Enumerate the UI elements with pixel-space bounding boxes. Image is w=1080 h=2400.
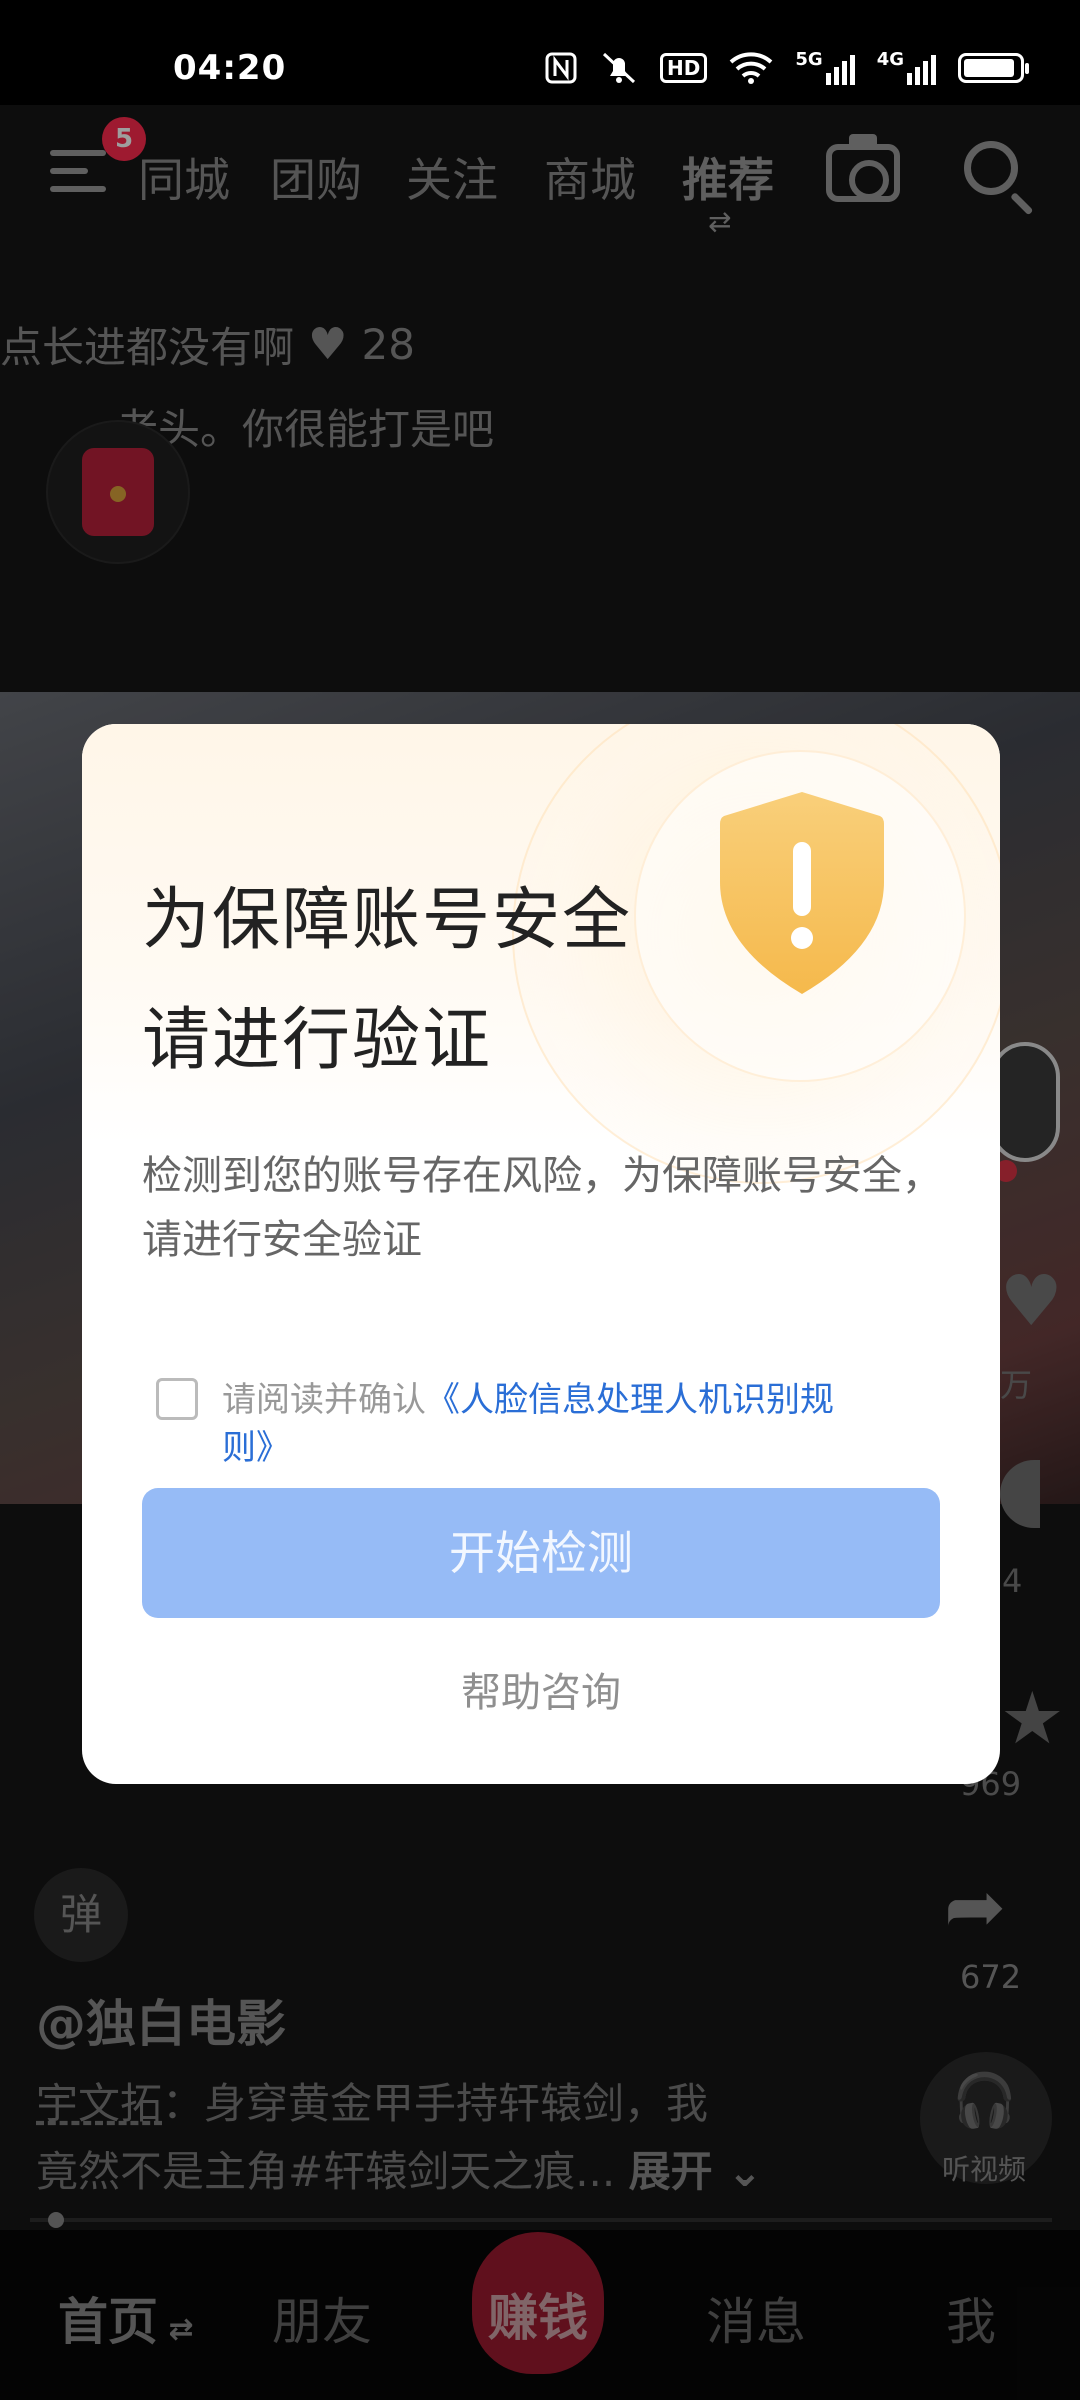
warning-shield-icon	[720, 792, 884, 994]
consent-checkbox[interactable]	[156, 1378, 198, 1420]
consent-text: 请阅读并确认《人脸信息处理人机识别规则》	[222, 1376, 862, 1472]
wifi-icon	[730, 52, 773, 84]
start-detection-button[interactable]: 开始检测	[142, 1488, 940, 1618]
mute-icon	[603, 52, 636, 84]
dialog-title-line1: 为保障账号安全	[142, 881, 633, 960]
consent-prefix: 请阅读并确认	[222, 1380, 426, 1420]
nfc-icon	[545, 52, 577, 84]
5g-signal-icon: 5G	[795, 51, 855, 85]
4g-signal-icon: 4G	[877, 51, 936, 85]
security-verify-dialog: 为保障账号安全 请进行验证 检测到您的账号存在风险，为保障账号安全，请进行安全验…	[82, 724, 1000, 1784]
status-time: 04:20	[173, 48, 287, 88]
dialog-body: 检测到您的账号存在风险，为保障账号安全，请进行安全验证	[142, 1153, 942, 1263]
battery-icon	[958, 53, 1029, 83]
help-consult-link[interactable]: 帮助咨询	[82, 1660, 1000, 1718]
dialog-title-line2: 请进行验证	[142, 1001, 493, 1080]
status-icons: HD 5G 4G	[544, 50, 1029, 86]
hd-icon: HD	[660, 53, 708, 83]
